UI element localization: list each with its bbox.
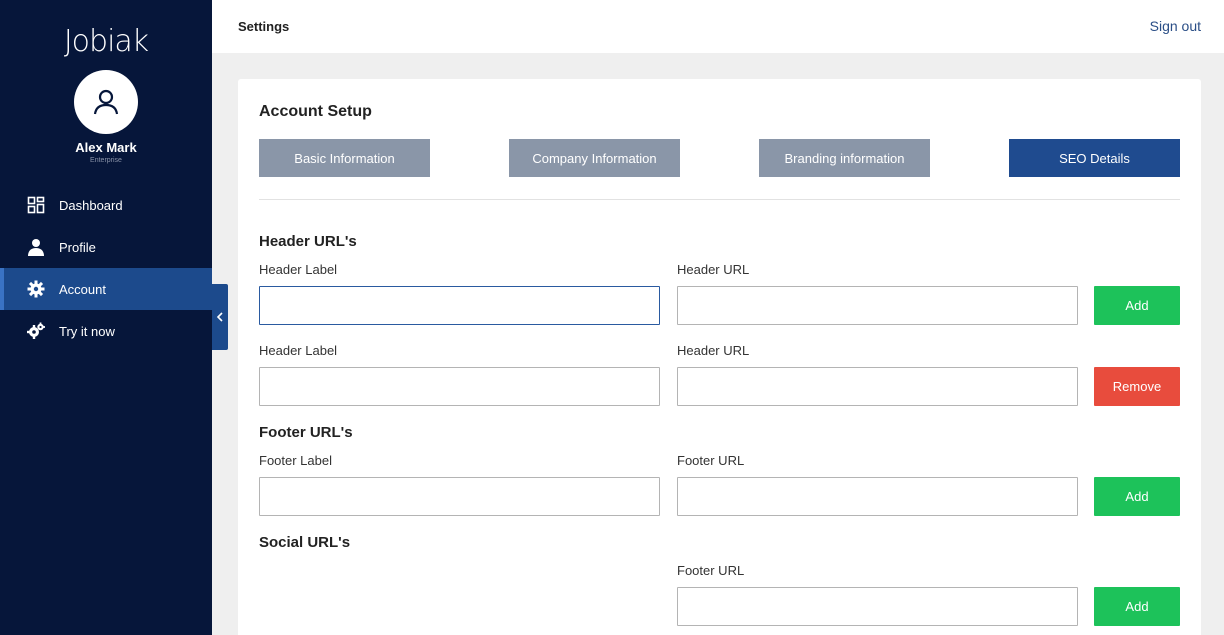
gears-icon bbox=[26, 321, 46, 341]
header-label-input[interactable] bbox=[260, 368, 659, 405]
sidebar-item-dashboard[interactable]: Dashboard bbox=[0, 184, 212, 226]
footer-label-input[interactable] bbox=[260, 478, 659, 515]
tab-company-information[interactable]: Company Information bbox=[509, 139, 680, 177]
add-footer-url-button[interactable]: Add bbox=[1094, 477, 1180, 516]
sidebar-item-label: Try it now bbox=[59, 323, 115, 339]
app-logo: Jobiak bbox=[63, 24, 149, 59]
social-urls-title: Social URL's bbox=[259, 534, 351, 551]
account-setup-card: Account Setup Basic Information Company … bbox=[238, 79, 1201, 635]
header-label-field[interactable] bbox=[259, 286, 660, 325]
user-name: Alex Mark bbox=[75, 140, 137, 155]
header-urls-title: Header URL's bbox=[259, 233, 357, 250]
header-label-caption: Header Label bbox=[259, 262, 338, 277]
footer-label-caption: Footer Label bbox=[259, 453, 332, 468]
sidebar-item-profile[interactable]: Profile bbox=[0, 226, 212, 268]
add-header-url-button[interactable]: Add bbox=[1094, 286, 1180, 325]
footer-url-caption: Footer URL bbox=[677, 453, 745, 468]
section-title: Account Setup bbox=[259, 103, 372, 120]
header-url-input[interactable] bbox=[678, 368, 1077, 405]
sidebar-item-label: Profile bbox=[59, 239, 96, 255]
top-bar: Settings Sign out bbox=[212, 0, 1224, 53]
tab-basic-information[interactable]: Basic Information bbox=[259, 139, 430, 177]
header-url-field[interactable] bbox=[677, 286, 1078, 325]
header-label-field[interactable] bbox=[259, 367, 660, 406]
sidebar-collapse-button[interactable] bbox=[212, 284, 228, 350]
gear-icon bbox=[26, 279, 46, 299]
social-url-input[interactable] bbox=[678, 588, 1077, 625]
avatar[interactable] bbox=[74, 70, 138, 134]
header-url-input[interactable] bbox=[678, 287, 1077, 324]
remove-header-url-button[interactable]: Remove bbox=[1094, 367, 1180, 406]
divider bbox=[259, 199, 1180, 200]
sign-out-link[interactable]: Sign out bbox=[1150, 18, 1201, 34]
social-url-field[interactable] bbox=[677, 587, 1078, 626]
header-label-caption: Header Label bbox=[259, 343, 338, 358]
footer-url-field[interactable] bbox=[677, 477, 1078, 516]
user-avatar-icon bbox=[93, 89, 119, 115]
tab-seo-details[interactable]: SEO Details bbox=[1009, 139, 1180, 177]
header-url-field[interactable] bbox=[677, 367, 1078, 406]
person-icon bbox=[26, 237, 46, 257]
chevron-left-icon bbox=[216, 312, 223, 322]
page-title: Settings bbox=[238, 19, 290, 34]
add-social-url-button[interactable]: Add bbox=[1094, 587, 1180, 626]
footer-label-field[interactable] bbox=[259, 477, 660, 516]
sidebar-nav: Dashboard Profile Account Try it now bbox=[0, 184, 212, 352]
header-url-caption: Header URL bbox=[677, 262, 750, 277]
footer-urls-title: Footer URL's bbox=[259, 424, 353, 441]
user-role: Enterprise bbox=[90, 157, 122, 164]
header-label-input[interactable] bbox=[260, 287, 659, 324]
footer-url-input[interactable] bbox=[678, 478, 1077, 515]
sidebar: Jobiak Alex Mark Enterprise Dashboard Pr… bbox=[0, 0, 212, 635]
sidebar-item-label: Account bbox=[59, 281, 106, 297]
dashboard-grid-icon bbox=[26, 195, 46, 215]
sidebar-item-try-it-now[interactable]: Try it now bbox=[0, 310, 212, 352]
tab-branding-information[interactable]: Branding information bbox=[759, 139, 930, 177]
sidebar-item-account[interactable]: Account bbox=[0, 268, 212, 310]
sidebar-item-label: Dashboard bbox=[59, 197, 123, 213]
header-url-caption: Header URL bbox=[677, 343, 750, 358]
social-url-caption: Footer URL bbox=[677, 563, 745, 578]
